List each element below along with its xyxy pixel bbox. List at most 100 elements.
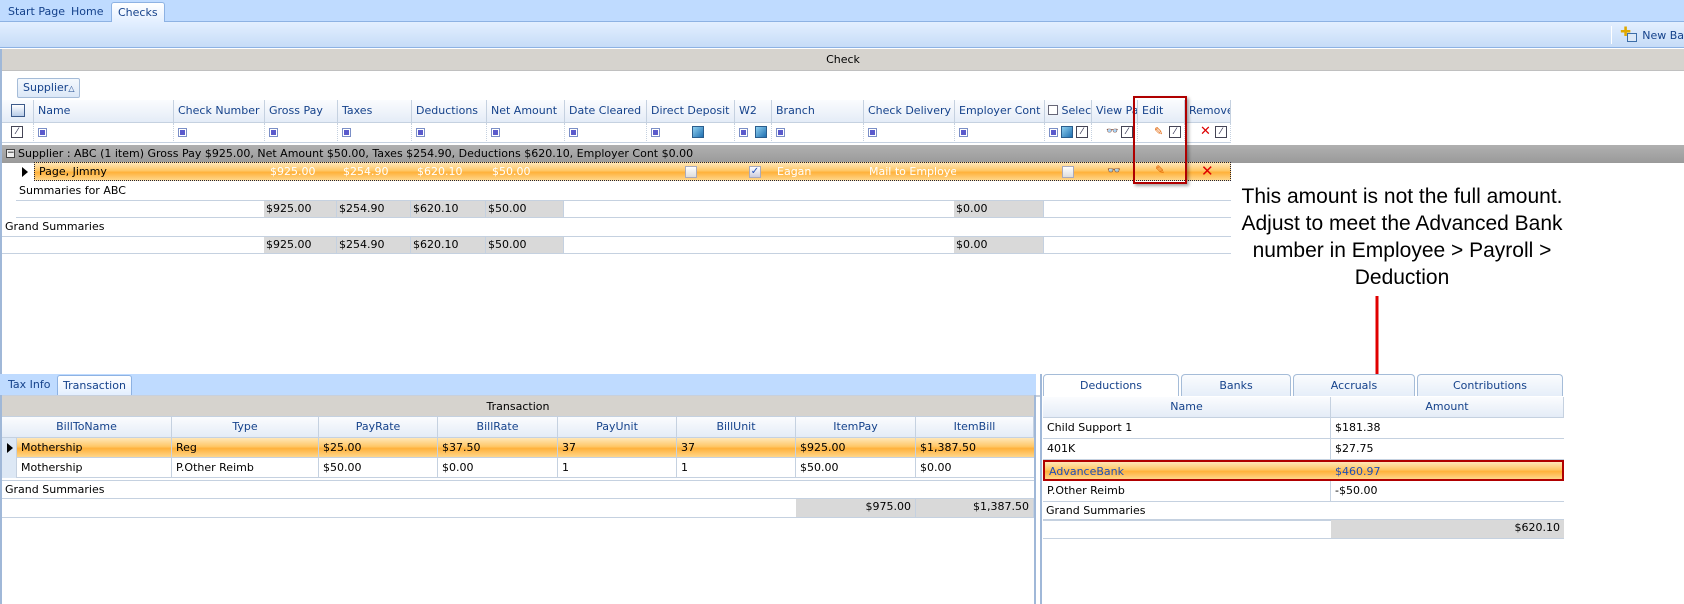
deduction-row[interactable]: P.Other Reimb -$50.00	[1043, 481, 1564, 502]
group-summary-row: $925.00 $254.90 $620.10 $50.00 $0.00	[16, 200, 1231, 218]
filter-deductions[interactable]	[412, 123, 487, 143]
column-header-check-number[interactable]: Check Number	[174, 100, 265, 123]
column-chooser-button[interactable]	[2, 100, 34, 123]
column-header-billunit[interactable]: BillUnit	[677, 417, 796, 438]
filter-view-pay[interactable]: 👓 ⁄	[1092, 123, 1138, 143]
column-header-direct-deposit[interactable]: Direct Deposit	[647, 100, 735, 123]
column-header-deduction-name[interactable]: Name	[1043, 397, 1331, 418]
cell-type: Reg	[172, 438, 319, 457]
column-header-taxes[interactable]: Taxes	[338, 100, 412, 123]
filter-checkbox-icon[interactable]	[692, 126, 704, 138]
group-by-supplier-button[interactable]: Supplier△	[17, 78, 81, 98]
cell-deduction-amount: $460.97	[1335, 465, 1381, 478]
direct-deposit-checkbox[interactable]	[685, 166, 697, 178]
tab-tax-info[interactable]: Tax Info	[3, 375, 55, 395]
tab-banks[interactable]: Banks	[1181, 374, 1291, 396]
column-header-remove[interactable]: Remove	[1185, 100, 1231, 123]
column-header-itembill[interactable]: ItemBill	[916, 417, 1034, 438]
filter-net-amount[interactable]	[487, 123, 565, 143]
group-by-label: Supplier	[23, 81, 69, 94]
column-header-employer-cont[interactable]: Employer Cont	[955, 100, 1045, 123]
filter-editor-icon[interactable]: ⁄	[1215, 126, 1227, 138]
filter-checkbox-icon[interactable]	[755, 126, 767, 138]
filter-select[interactable]: ⁄	[1045, 123, 1092, 143]
tab-checks[interactable]: Checks	[111, 2, 165, 22]
cell-billtoname: Mothership	[17, 438, 172, 457]
filter-w2[interactable]	[735, 123, 772, 143]
column-header-gross-pay[interactable]: Gross Pay	[265, 100, 338, 123]
column-header-payunit[interactable]: PayUnit	[558, 417, 677, 438]
document-tab-bar: Start Page Home Checks	[0, 0, 1684, 22]
select-row-checkbox[interactable]	[1062, 166, 1074, 178]
filter-name[interactable]	[34, 123, 174, 143]
column-header-itempay[interactable]: ItemPay	[796, 417, 916, 438]
transaction-row[interactable]: Mothership P.Other Reimb $50.00 $0.00 1 …	[17, 458, 1034, 478]
collapse-group-icon[interactable]: −	[6, 149, 15, 158]
column-header-deductions[interactable]: Deductions	[412, 100, 487, 123]
select-all-checkbox[interactable]	[1048, 105, 1058, 115]
column-header-select[interactable]: Selec	[1045, 100, 1092, 123]
cell-branch: Eagan	[777, 165, 812, 178]
column-chooser-icon	[10, 104, 25, 117]
tab-transaction[interactable]: Transaction	[57, 375, 132, 395]
filter-employer-cont[interactable]	[955, 123, 1045, 143]
filter-date-cleared[interactable]	[565, 123, 647, 143]
cell-itempay: $925.00	[796, 438, 916, 457]
group-row-supplier-abc[interactable]: − Supplier : ABC (1 item) Gross Pay $925…	[2, 145, 1684, 163]
check-row[interactable]: Page, Jimmy $925.00 $254.90 $620.10 $50.…	[34, 162, 1231, 181]
column-header-billtoname[interactable]: BillToName	[2, 417, 172, 438]
column-header-check-delivery[interactable]: Check Delivery	[864, 100, 955, 123]
filter-taxes[interactable]	[338, 123, 412, 143]
select-header-label: Selec	[1061, 104, 1092, 117]
column-header-view-pay[interactable]: View Pa	[1092, 100, 1138, 123]
column-header-date-cleared[interactable]: Date Cleared	[565, 100, 647, 123]
filter-branch[interactable]	[772, 123, 864, 143]
column-header-type[interactable]: Type	[172, 417, 319, 438]
filter-editor-icon[interactable]: ⁄	[1121, 126, 1133, 138]
filter-gross-pay[interactable]	[265, 123, 338, 143]
sort-ascending-icon: △	[68, 84, 75, 93]
filter-editor-icon[interactable]: ⁄	[1076, 126, 1088, 138]
filter-operator-icon	[651, 128, 660, 137]
w2-checkbox[interactable]: ✓	[749, 166, 761, 178]
filter-operator-icon	[959, 128, 968, 137]
filter-check-delivery[interactable]	[864, 123, 955, 143]
row-indicator[interactable]	[2, 458, 17, 478]
filter-check-number[interactable]	[174, 123, 265, 143]
tab-start-page[interactable]: Start Page	[2, 2, 71, 22]
grand-net-amount: $50.00	[486, 237, 564, 253]
cell-billunit: 1	[677, 458, 796, 477]
column-header-net-amount[interactable]: Net Amount	[487, 100, 565, 123]
column-header-w2[interactable]: W2	[735, 100, 772, 123]
filter-checkbox-icon[interactable]	[1061, 126, 1073, 138]
tab-contributions[interactable]: Contributions	[1417, 374, 1563, 396]
tab-accruals[interactable]: Accruals	[1293, 374, 1415, 396]
tab-deductions[interactable]: Deductions	[1043, 374, 1179, 396]
tab-home[interactable]: Home	[65, 2, 109, 22]
view-pay-binoculars-icon[interactable]: 👓	[1107, 164, 1121, 177]
column-header-billrate[interactable]: BillRate	[438, 417, 558, 438]
deduction-row[interactable]: Child Support 1 $181.38	[1043, 418, 1564, 439]
cell-deduction-amount: -$50.00	[1335, 484, 1378, 497]
annotation-highlight-edit-column	[1133, 96, 1187, 184]
deduction-row-advancebank[interactable]: AdvanceBank $460.97	[1043, 460, 1564, 481]
remove-x-icon[interactable]: ✕	[1201, 162, 1214, 180]
new-batch-icon: ✚	[1620, 26, 1638, 43]
column-header-branch[interactable]: Branch	[772, 100, 864, 123]
transaction-row[interactable]: Mothership Reg $25.00 $37.50 37 37 $925.…	[17, 438, 1034, 458]
clear-filter-cell[interactable]: ⁄	[2, 123, 34, 143]
cell-payunit: 37	[558, 438, 677, 457]
new-batch-button[interactable]: ✚ New Ba	[1611, 26, 1684, 44]
cell-date-cleared	[566, 163, 648, 180]
cell-net-amount: $50.00	[492, 165, 531, 178]
cell-billunit: 37	[677, 438, 796, 457]
cell-deduction-amount: $181.38	[1335, 421, 1381, 434]
filter-direct-deposit[interactable]	[647, 123, 735, 143]
row-indicator[interactable]	[2, 438, 17, 458]
column-header-deduction-amount[interactable]: Amount	[1331, 397, 1564, 418]
filter-remove[interactable]: ✕ ⁄	[1185, 123, 1231, 143]
column-header-name[interactable]: Name	[34, 100, 174, 123]
column-header-payrate[interactable]: PayRate	[319, 417, 438, 438]
filter-operator-icon	[342, 128, 351, 137]
deduction-row[interactable]: 401K $27.75	[1043, 439, 1564, 460]
